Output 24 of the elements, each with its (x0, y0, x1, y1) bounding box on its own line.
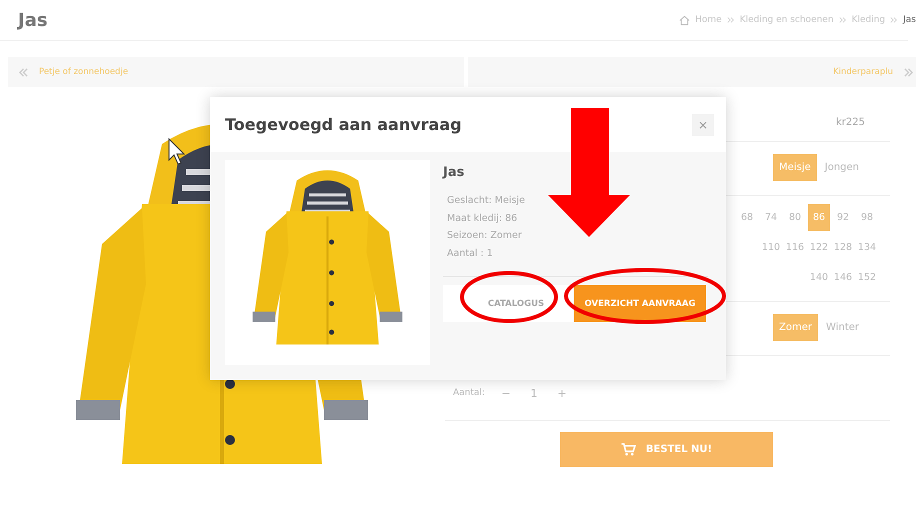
previous-product-link[interactable]: Petje of zonnehoedje (39, 67, 128, 77)
cart-icon (620, 443, 636, 456)
season-option[interactable]: Zomer (773, 314, 818, 341)
price: kr225 (836, 116, 865, 128)
gender-option[interactable]: Meisje (773, 154, 817, 181)
overview-button[interactable]: OVERZICHT AANVRAAG (574, 285, 706, 322)
chevron-icon (726, 16, 735, 24)
chevron-icon (838, 16, 847, 24)
item-detail: Geslacht: Meisje (447, 194, 526, 208)
item-name: Jas (443, 165, 466, 180)
item-detail: Aantal : 1 (447, 246, 494, 260)
chevron-icon (890, 16, 898, 24)
next-product-link[interactable]: Kinderparaplu (833, 67, 893, 77)
order-button[interactable]: BESTEL NU! (560, 432, 773, 467)
item-detail: Maat kledij: 86 (447, 212, 518, 226)
double-chevron-icon (903, 68, 914, 76)
double-chevron-icon (18, 68, 29, 76)
home-icon[interactable] (679, 14, 690, 26)
size-option[interactable]: 86 (808, 204, 830, 231)
quantity-label: Aantal: (453, 388, 485, 398)
close-button[interactable]: × (692, 114, 714, 136)
item-detail: Seizoen: Zomer (447, 229, 523, 243)
breadcrumb-link[interactable]: Jas (903, 15, 916, 25)
page-title: Jas (18, 10, 48, 30)
